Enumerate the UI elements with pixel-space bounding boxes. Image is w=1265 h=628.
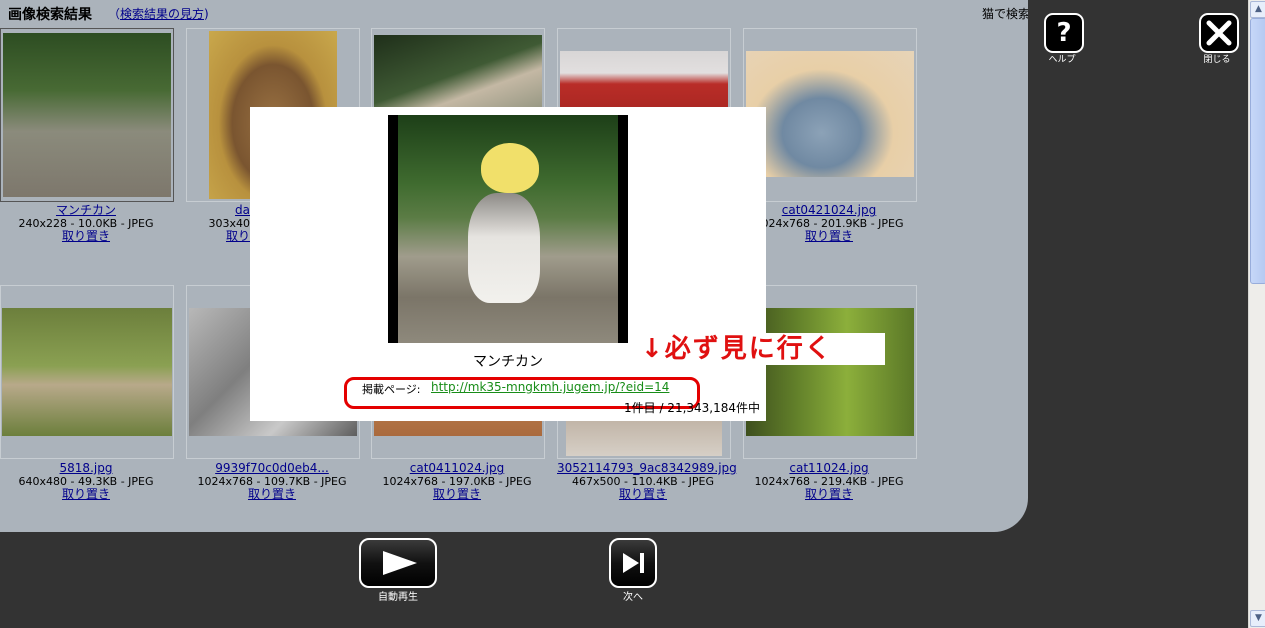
results-help-line: （検索結果の見方) (108, 5, 209, 22)
result-filename-link[interactable]: 9939f70c0d0eb4... (186, 462, 358, 475)
scroll-down-arrow[interactable]: ▼ (1250, 610, 1265, 627)
result-thumbnail[interactable] (746, 308, 914, 436)
result-caption: 9939f70c0d0eb4... 1024x768 - 109.7KB - J… (186, 462, 358, 501)
kitten-shape (468, 193, 540, 303)
result-cell[interactable] (0, 285, 174, 459)
result-thumbnail[interactable] (2, 308, 172, 436)
results-help-open: （ (108, 7, 121, 21)
keep-link[interactable]: 取り置き (0, 230, 172, 243)
result-filename-link[interactable]: cat0421024.jpg (743, 204, 915, 217)
play-icon (383, 551, 417, 575)
help-button[interactable]: ? (1044, 13, 1084, 53)
results-title: 画像検索結果 (8, 7, 92, 23)
autoplay-label: 自動再生 (378, 592, 418, 603)
result-filename-link[interactable]: cat0411024.jpg (371, 462, 543, 475)
results-help-link[interactable]: 検索結果の見方 (120, 7, 204, 21)
close-label: 閉じる (1203, 55, 1231, 65)
keep-link[interactable]: 取り置き (743, 488, 915, 501)
scrollbar-thumb[interactable] (1250, 18, 1265, 284)
result-cell[interactable] (743, 285, 917, 459)
annotation-text: ↓必ず見に行く (641, 334, 833, 364)
result-caption: 5818.jpg 640x480 - 49.3KB - JPEG 取り置き (0, 462, 172, 501)
source-label: 掲載ページ: (362, 383, 421, 396)
result-caption: マンチカン 240x228 - 10.0KB - JPEG 取り置き (0, 204, 172, 243)
result-filename-link[interactable]: 5818.jpg (0, 462, 172, 475)
question-icon: ? (1056, 18, 1072, 48)
image-preview-popup: マンチカン 掲載ページ: http://mk35-mngkmh.jugem.jp… (250, 107, 766, 421)
next-button[interactable] (609, 538, 657, 588)
keep-link[interactable]: 取り置き (0, 488, 172, 501)
result-cell[interactable] (0, 28, 174, 202)
preview-image[interactable] (388, 115, 628, 343)
preview-photo (398, 115, 618, 343)
search-query-text: 猫で検索 (982, 7, 1028, 21)
result-caption: cat0411024.jpg 1024x768 - 197.0KB - JPEG… (371, 462, 543, 501)
close-button[interactable] (1199, 13, 1239, 53)
results-help-close: ) (204, 7, 209, 21)
vertical-scrollbar[interactable]: ▲ ▼ (1248, 0, 1265, 628)
help-label: ヘルプ (1048, 55, 1076, 65)
keep-link[interactable]: 取り (186, 230, 250, 243)
result-caption: 3052114793_9ac8342989.jpg 467x500 - 110.… (557, 462, 737, 501)
result-filename-link[interactable]: da (186, 204, 250, 217)
close-icon (1206, 20, 1232, 46)
result-thumbnail[interactable] (3, 33, 171, 197)
keep-link[interactable]: 取り置き (743, 230, 915, 243)
chick-shape (481, 143, 539, 193)
result-cell[interactable] (743, 28, 917, 202)
next-label: 次へ (623, 592, 643, 603)
result-caption: cat0421024.jpg 1024x768 - 201.9KB - JPEG… (743, 204, 915, 243)
result-filename-link[interactable]: 3052114793_9ac8342989.jpg (557, 462, 737, 475)
source-url-link[interactable]: http://mk35-mngkmh.jugem.jp/?eid=14 (431, 380, 669, 394)
next-icon (623, 553, 644, 573)
result-filename-link[interactable]: cat11024.jpg (743, 462, 915, 475)
keep-link[interactable]: 取り置き (186, 488, 358, 501)
result-filename-link[interactable]: マンチカン (0, 204, 172, 217)
annotation-label: ↓必ず見に行く (637, 333, 885, 365)
result-thumbnail[interactable] (746, 51, 914, 177)
keep-link[interactable]: 取り置き (371, 488, 543, 501)
result-counter: 1件目 / 21,343,184件中 (624, 401, 761, 415)
autoplay-button[interactable] (359, 538, 437, 588)
result-caption: cat11024.jpg 1024x768 - 219.4KB - JPEG 取… (743, 462, 915, 501)
result-caption: da 303x40 取り (186, 204, 250, 243)
scroll-up-arrow[interactable]: ▲ (1250, 1, 1265, 18)
keep-link[interactable]: 取り置き (557, 488, 729, 501)
